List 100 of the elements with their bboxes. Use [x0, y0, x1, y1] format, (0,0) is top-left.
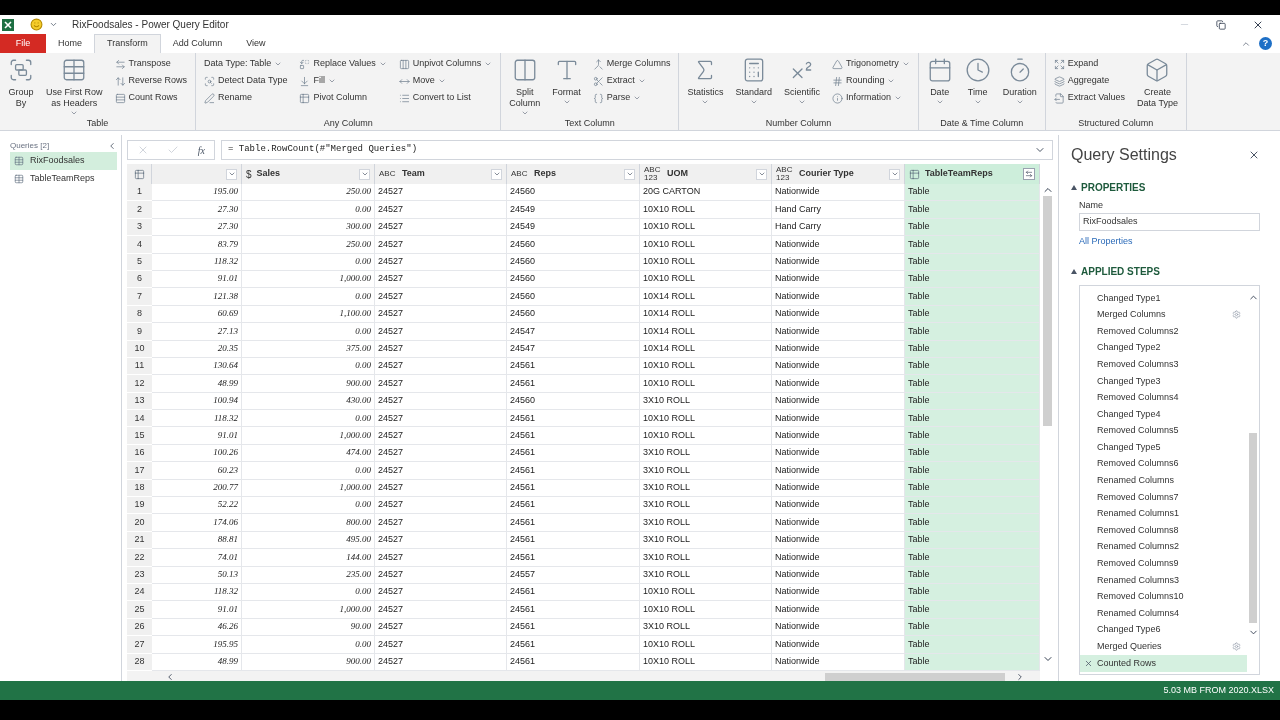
name-field[interactable]: RixFoodsales	[1079, 212, 1260, 231]
ribbon-button[interactable]: Scientific	[779, 57, 824, 106]
ribbon-item[interactable]: Rename	[204, 91, 288, 105]
ribbon-item[interactable]: Information	[831, 91, 910, 105]
table-cell: 27.13	[152, 323, 242, 341]
function-button[interactable]: fx	[197, 142, 205, 158]
table-cell: Nationwide	[772, 236, 905, 254]
scroll-right-icon[interactable]	[1015, 671, 1025, 682]
close-icon[interactable]	[1248, 149, 1260, 161]
ribbon-button[interactable]: Date	[922, 57, 957, 106]
table-cell: 24561	[507, 514, 640, 532]
table-cell: 24560	[507, 288, 640, 306]
dropdown-caret-icon	[935, 98, 944, 106]
table-cell: Table	[905, 427, 1040, 445]
ribbon-button[interactable]: Format	[548, 57, 585, 106]
ribbon-item[interactable]: Trigonometry	[831, 57, 910, 71]
pane-title: Query Settings	[1071, 145, 1177, 165]
ribbon-item[interactable]: Rounding	[831, 74, 910, 88]
expand-column-button[interactable]	[1023, 168, 1035, 180]
formula-field[interactable]: = Table.RowCount(#"Merged Queries")	[221, 140, 1053, 160]
ribbon-button[interactable]: Standard	[731, 57, 776, 106]
table-cell: 118.32	[152, 410, 242, 428]
ribbon-item[interactable]: Aggregate	[1053, 74, 1126, 88]
filter-dropdown-button[interactable]	[359, 168, 370, 180]
collapse-triangle-icon[interactable]	[1071, 185, 1077, 190]
collapse-triangle-icon[interactable]	[1071, 269, 1077, 274]
restore-icon[interactable]	[1216, 19, 1226, 30]
table-cell: Nationwide	[772, 514, 905, 532]
ribbon-button[interactable]: Create Data Type	[1133, 57, 1182, 109]
ribbon-item[interactable]: Transpose	[114, 57, 188, 71]
query-item[interactable]: RixFoodsales	[10, 152, 117, 170]
ribbon-item[interactable]: Count Rows	[114, 91, 188, 105]
ribbon-item[interactable]: Extract	[592, 74, 671, 88]
table-cell: Table	[905, 514, 1040, 532]
table-cell: 3X10 ROLL	[640, 549, 772, 567]
table-cell: 74.01	[152, 549, 242, 567]
type-glyph: ABC 123	[776, 166, 794, 182]
vertical-scrollbar-thumb[interactable]	[1249, 433, 1257, 623]
ribbon-item[interactable]: Data Type: Table	[204, 57, 288, 71]
ribbon-button[interactable]: Time	[960, 57, 995, 106]
delete-step-icon[interactable]	[1084, 658, 1093, 668]
column-title: Sales	[256, 167, 281, 181]
caret-icon	[492, 170, 501, 178]
ribbon-button[interactable]: Group By	[4, 57, 38, 109]
ribbon-item[interactable]: Reverse Rows	[114, 74, 188, 88]
ribbon-item[interactable]: Fill	[299, 74, 387, 88]
table-cell: 24549	[507, 201, 640, 219]
ribbon-item[interactable]: Replace Values	[299, 57, 387, 71]
gear-icon[interactable]	[1232, 310, 1241, 320]
all-properties-link[interactable]: All Properties	[1079, 234, 1260, 248]
ribbon-item[interactable]: Pivot Column	[299, 91, 387, 105]
filter-dropdown-button[interactable]	[226, 168, 237, 180]
caret-icon	[625, 170, 634, 178]
ribbon-item[interactable]: Expand	[1053, 57, 1126, 71]
filter-dropdown-button[interactable]	[491, 168, 502, 180]
ribbon-item[interactable]: Convert to List	[398, 91, 493, 105]
table-cell: Table	[905, 201, 1040, 219]
table-cell: 24561	[507, 636, 640, 654]
table-cell: Table	[905, 497, 1040, 515]
table-cell: 24527	[375, 236, 507, 254]
filter-dropdown-button[interactable]	[756, 168, 767, 180]
scroll-left-icon[interactable]	[165, 671, 175, 682]
table-cell: Table	[905, 410, 1040, 428]
table-menu-button[interactable]	[127, 164, 152, 184]
ribbon-tab[interactable]: Transform	[94, 34, 161, 53]
ribbon-button[interactable]: Split Column	[505, 57, 545, 117]
help-button[interactable]: ?	[1259, 37, 1272, 50]
smiley-icon[interactable]	[30, 18, 43, 31]
down-arrow-icon	[299, 75, 311, 87]
dropdown-caret-icon	[327, 77, 336, 85]
ribbon-item[interactable]: Move	[398, 74, 493, 88]
file-tab[interactable]: File	[0, 34, 46, 53]
ribbon-item[interactable]: Unpivot Columns	[398, 57, 493, 71]
table-cell: 24561	[507, 549, 640, 567]
queries-heading: Queries [2]	[10, 140, 50, 152]
table-cell: 24561	[507, 497, 640, 515]
table-cell: 24527	[375, 323, 507, 341]
collapse-pane-icon[interactable]	[107, 141, 117, 151]
filter-dropdown-button[interactable]	[889, 168, 900, 180]
ribbon-item[interactable]: Detect Data Type	[204, 74, 288, 88]
table-cell: Table	[905, 236, 1040, 254]
filter-dropdown-button[interactable]	[624, 168, 635, 180]
gear-icon[interactable]	[1232, 642, 1241, 652]
ribbon-button[interactable]: Duration	[998, 57, 1041, 106]
table-icon	[14, 156, 24, 166]
ribbon-group-label: Date & Time Column	[939, 117, 1025, 130]
ribbon-item[interactable]: Extract Values	[1053, 91, 1126, 105]
vertical-scrollbar-thumb[interactable]	[1043, 196, 1052, 426]
ribbon-button[interactable]: Statistics	[683, 57, 728, 106]
ribbon-item[interactable]: Merge Columns	[592, 57, 671, 71]
horizontal-scrollbar-thumb[interactable]	[825, 672, 1005, 681]
ribbon-button[interactable]: Use First Row as Headers	[42, 57, 107, 117]
table-cell: 0.00	[242, 636, 375, 654]
ribbon-item[interactable]: Parse	[592, 91, 671, 105]
row-number: 15	[127, 427, 152, 445]
table-cell: 250.00	[242, 184, 375, 202]
quick-access-caret-icon[interactable]	[49, 20, 58, 29]
table-cell: Nationwide	[772, 184, 905, 202]
ribbon-group-label: Text Column	[563, 117, 616, 130]
applied-step[interactable]: Counted Rows	[1080, 655, 1247, 672]
